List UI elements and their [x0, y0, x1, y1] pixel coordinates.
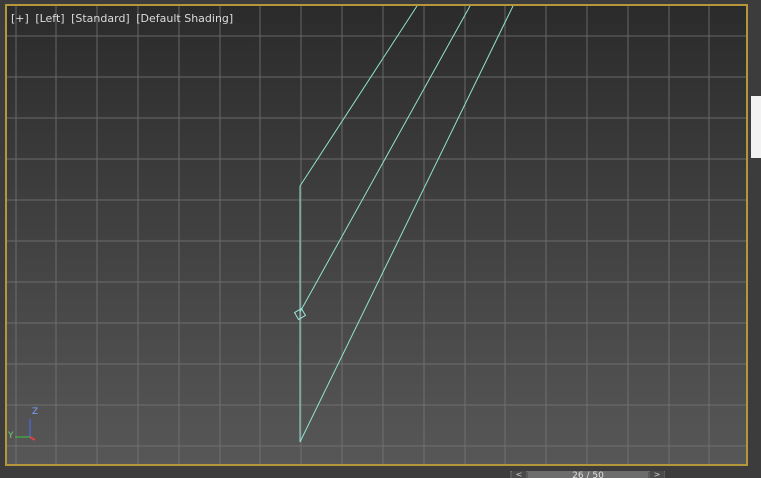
- axis-y-label: Y: [8, 431, 14, 441]
- wireframe-object[interactable]: [299, 6, 514, 443]
- axis-x-line: [29, 436, 36, 441]
- viewport-scene: [7, 6, 746, 464]
- construction-grid: [7, 6, 746, 464]
- panel-edge-strip: [751, 96, 761, 158]
- time-slider-thumb[interactable]: 26 / 50: [528, 471, 648, 478]
- viewport-view-menu[interactable]: [Left]: [35, 12, 64, 25]
- axis-gizmo: [15, 419, 36, 441]
- viewport-label-bar: [+] [Left] [Standard] [Default Shading]: [11, 12, 236, 25]
- app-window: [+] [Left] [Standard] [Default Shading]: [0, 0, 761, 478]
- left-viewport[interactable]: [+] [Left] [Standard] [Default Shading]: [5, 4, 748, 466]
- viewport-shading-menu[interactable]: [Default Shading]: [136, 12, 233, 25]
- viewport-mode-menu[interactable]: [Standard]: [71, 12, 130, 25]
- wire-edge-right-diagonal: [299, 6, 514, 443]
- time-slider-next-button[interactable]: >: [650, 471, 664, 478]
- axis-z-label: Z: [32, 407, 39, 417]
- time-slider-prev-button[interactable]: <: [512, 471, 526, 478]
- viewport-plus-menu[interactable]: [+]: [11, 12, 29, 25]
